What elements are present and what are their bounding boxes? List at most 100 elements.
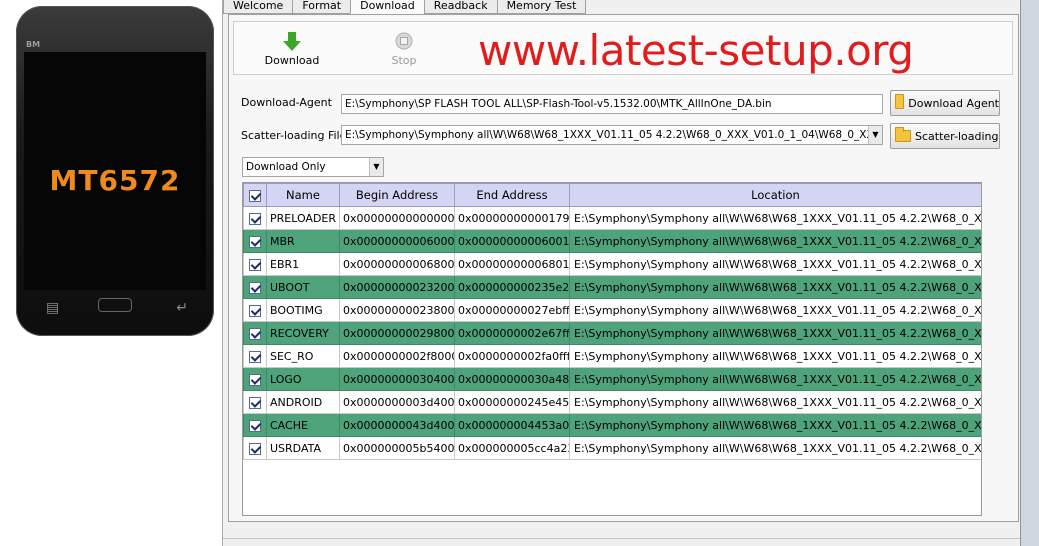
- cell-location: E:\Symphony\Symphony all\W\W68\W68_1XXX_…: [569, 413, 981, 437]
- download-arrow-icon: [262, 32, 322, 54]
- cell-begin-address: 0x0000000000600000: [339, 229, 455, 253]
- cell-name: EBR1: [266, 252, 340, 276]
- cell-location: E:\Symphony\Symphony all\W\W68\W68_1XXX_…: [569, 344, 981, 368]
- table-row[interactable]: UBOOT0x00000000023200000x000000000235e2a…: [243, 275, 981, 299]
- row-checkbox[interactable]: [243, 367, 267, 391]
- scatter-file-value: E:\Symphony\Symphony all\W\W68\W68_1XXX_…: [345, 129, 883, 141]
- toolbar: Download Stop www.latest-setup.org: [233, 21, 1013, 75]
- cell-end-address: 0x000000000001798f: [454, 206, 570, 230]
- row-checkbox[interactable]: [243, 436, 267, 460]
- column-header[interactable]: Location: [569, 183, 981, 207]
- cell-name: SEC_RO: [266, 344, 340, 368]
- row-checkbox[interactable]: [243, 229, 267, 253]
- download-mode-select[interactable]: Download Only ▼: [242, 157, 384, 177]
- column-header[interactable]: Begin Address: [339, 183, 455, 207]
- download-agent-button-label: Download Agent: [908, 96, 999, 110]
- select-all-checkbox[interactable]: [243, 183, 267, 207]
- phone-brand: BM: [26, 40, 41, 49]
- checkbox-checked-icon[interactable]: [249, 419, 261, 432]
- cell-end-address: 0x0000000002e67fff: [454, 321, 570, 345]
- cell-name: LOGO: [266, 367, 340, 391]
- checkbox-checked-icon[interactable]: [249, 373, 261, 386]
- table-row[interactable]: SEC_RO 0x0000000002f80000 0x0000000002fa0f…: [243, 344, 981, 368]
- checkbox-checked-icon[interactable]: [249, 235, 261, 248]
- checkbox-checked-icon[interactable]: [249, 281, 261, 294]
- chevron-down-icon[interactable]: ▼: [868, 126, 882, 144]
- cell-begin-address: 0x0000000002320000: [339, 275, 455, 299]
- scatter-loading-button[interactable]: Scatter-loading: [890, 123, 1000, 149]
- checkbox-checked-icon[interactable]: [249, 258, 261, 271]
- tab-welcome[interactable]: Welcome: [223, 0, 294, 14]
- phone-image: BM MT6572 ▤ ↵: [16, 6, 214, 336]
- download-mode-value: Download Only: [246, 161, 326, 173]
- checkbox-checked-icon[interactable]: [249, 396, 261, 409]
- phone-buttons: ▤ ↵: [16, 294, 214, 326]
- cell-end-address: 0x00000000245e457b: [454, 390, 570, 414]
- cell-location: E:\Symphony\Symphony all\W\W68\W68_1XXX_…: [569, 321, 981, 345]
- watermark-text: www.latest-setup.org: [478, 26, 914, 75]
- cell-name: CACHE: [266, 413, 340, 437]
- cell-name: BOOTIMG: [266, 298, 340, 322]
- download-agent-button[interactable]: Download Agent: [890, 90, 1000, 116]
- menu-icon: ▤: [46, 300, 60, 316]
- cell-begin-address: 0x0000000043d40000: [339, 413, 455, 437]
- row-checkbox[interactable]: [243, 275, 267, 299]
- cell-location: E:\Symphony\Symphony all\W\W68\W68_1XXX_…: [569, 275, 981, 299]
- row-checkbox[interactable]: [243, 206, 267, 230]
- table-row[interactable]: CACHE0x0000000043d400000x000000004453a0e…: [243, 413, 981, 437]
- cell-begin-address: 0x0000000002380000: [339, 298, 455, 322]
- table-row[interactable]: USRDATA0x000000005b5400000x000000005cc4a…: [243, 436, 981, 460]
- scatter-loading-button-label: Scatter-loading: [915, 129, 999, 143]
- table-row[interactable]: EBR10x00000000006800000x00000000006801ff…: [243, 252, 981, 276]
- table-row[interactable]: LOGO0x00000000030400000x00000000030a485f…: [243, 367, 981, 391]
- row-checkbox[interactable]: [243, 344, 267, 368]
- cell-location: E:\Symphony\Symphony all\W\W68\W68_1XXX_…: [569, 206, 981, 230]
- download-panel: Download Stop www.latest-setup.org Downl…: [228, 14, 1019, 522]
- phone-chip-label: MT6572: [49, 164, 181, 197]
- scatter-file-combo[interactable]: E:\Symphony\Symphony all\W\W68\W68_1XXX_…: [341, 125, 883, 145]
- chevron-down-icon[interactable]: ▼: [369, 158, 383, 176]
- checkbox-checked-icon[interactable]: [249, 350, 261, 363]
- cell-end-address: 0x00000000027ebfff: [454, 298, 570, 322]
- table-row[interactable]: RECOVERY0x00000000029800000x0000000002e6…: [243, 321, 981, 345]
- cell-begin-address: 0x0000000000000000: [339, 206, 455, 230]
- cell-end-address: 0x000000005cc4a237: [454, 436, 570, 460]
- tab-memory-test[interactable]: Memory Test: [496, 0, 587, 14]
- table-row[interactable]: ANDROID0x0000000003d400000x00000000245e4…: [243, 390, 981, 414]
- table-row[interactable]: PRELOADER0x00000000000000000x00000000000…: [243, 206, 981, 230]
- cell-begin-address: 0x0000000002980000: [339, 321, 455, 345]
- row-checkbox[interactable]: [243, 413, 267, 437]
- checkbox-checked-icon[interactable]: [249, 212, 261, 225]
- cell-location: E:\Symphony\Symphony all\W\W68\W68_1XXX_…: [569, 298, 981, 322]
- cell-end-address: 0x000000004453a0e7: [454, 413, 570, 437]
- download-button[interactable]: Download: [262, 32, 322, 67]
- column-header[interactable]: Name: [266, 183, 340, 207]
- stop-icon: [374, 32, 434, 54]
- cell-location: E:\Symphony\Symphony all\W\W68\W68_1XXX_…: [569, 390, 981, 414]
- tab-format[interactable]: Format: [292, 0, 352, 14]
- phone-screen: MT6572: [24, 52, 206, 290]
- download-agent-field[interactable]: E:\Symphony\SP FLASH TOOL ALL\SP-Flash-T…: [341, 94, 883, 114]
- tab-download[interactable]: Download: [350, 0, 425, 14]
- column-header[interactable]: End Address: [454, 183, 570, 207]
- cell-begin-address: 0x0000000002f80000: [339, 344, 455, 368]
- table-row[interactable]: MBR0x00000000006000000x00000000006001ffE…: [243, 229, 981, 253]
- checkbox-checked-icon[interactable]: [249, 304, 261, 317]
- table-row[interactable]: BOOTIMG0x00000000023800000x00000000027eb…: [243, 298, 981, 322]
- cell-location: E:\Symphony\Symphony all\W\W68\W68_1XXX_…: [569, 367, 981, 391]
- checkbox-checked-icon[interactable]: [249, 442, 261, 455]
- row-checkbox[interactable]: [243, 252, 267, 276]
- row-checkbox[interactable]: [243, 390, 267, 414]
- checkbox-checked-icon[interactable]: [249, 327, 261, 340]
- cell-location: E:\Symphony\Symphony all\W\W68\W68_1XXX_…: [569, 436, 981, 460]
- download-label: Download: [264, 54, 320, 67]
- table-body: PRELOADER0x00000000000000000x00000000000…: [243, 206, 981, 460]
- tab-readback[interactable]: Readback: [423, 0, 498, 14]
- folder-icon: [895, 94, 905, 109]
- row-checkbox[interactable]: [243, 321, 267, 345]
- stop-button[interactable]: Stop: [374, 32, 434, 67]
- row-checkbox[interactable]: [243, 298, 267, 322]
- scatter-label: Scatter-loading File: [241, 129, 347, 142]
- cell-location: E:\Symphony\Symphony all\W\W68\W68_1XXX_…: [569, 229, 981, 253]
- cell-end-address: 0x00000000006001ff: [454, 229, 570, 253]
